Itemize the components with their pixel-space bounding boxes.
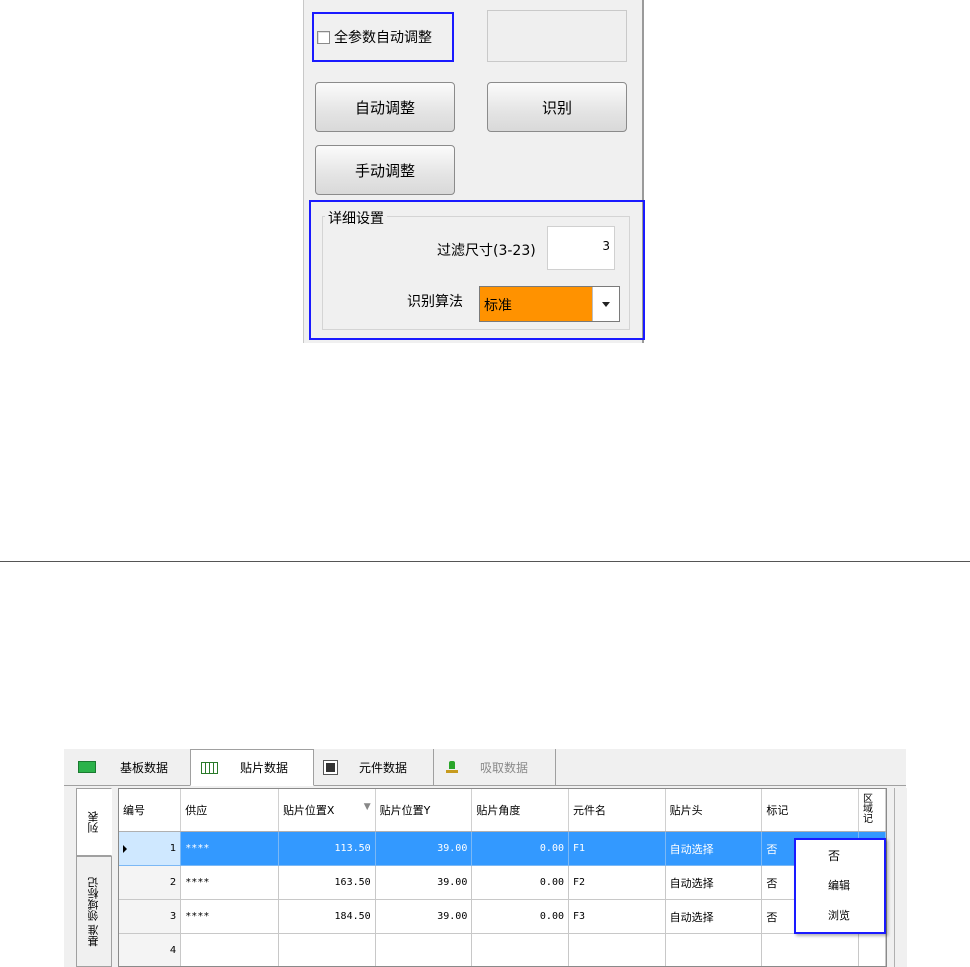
row-header[interactable]: 4 — [119, 933, 182, 966]
cell-part[interactable] — [568, 933, 666, 966]
cell-head[interactable]: 自动选择 — [665, 865, 763, 900]
algorithm-select-value: 标准 — [484, 298, 512, 314]
column-header[interactable]: 贴片角度 — [471, 789, 569, 832]
current-row-icon — [123, 845, 127, 853]
side-tab-list[interactable]: 列表 — [76, 788, 112, 856]
cell-x[interactable] — [278, 933, 376, 966]
algorithm-select[interactable]: 标准 — [479, 286, 620, 322]
board-icon — [78, 761, 96, 773]
tab-placement-data[interactable]: 贴片数据 — [190, 749, 314, 786]
tab-part-data[interactable]: 元件数据 — [314, 749, 434, 785]
cell-angle[interactable]: 0.00 — [471, 865, 569, 900]
row-header[interactable]: 1 — [119, 831, 182, 866]
row-header[interactable]: 2 — [119, 865, 182, 900]
filter-size-label: 过滤尺寸(3-23) — [437, 243, 536, 259]
row-number: 1 — [169, 843, 177, 854]
chevron-down-icon — [602, 301, 610, 307]
cell-head[interactable] — [665, 933, 763, 966]
data-window: 基板数据 贴片数据 元件数据 吸取数据 列表 基准 领域标记 编号 供应 贴片位… — [64, 749, 907, 967]
auto-adjust-button[interactable]: 自动调整 — [315, 82, 455, 132]
cell-x[interactable]: 184.50 — [278, 899, 376, 934]
tab-board-data[interactable]: 基板数据 — [64, 749, 190, 785]
menu-item-no[interactable]: 否 — [796, 840, 884, 870]
table-row[interactable]: 2 **** 163.50 39.00 0.00 F2 自动选择 否 — [119, 865, 886, 900]
side-tab-label: 基准 领域标记 — [87, 876, 100, 947]
column-header[interactable]: 贴片位置Y — [375, 789, 473, 832]
detail-settings-title: 详细设置 — [325, 208, 387, 228]
side-tab-fiducial[interactable]: 基准 领域标记 — [76, 856, 112, 967]
cell-head[interactable]: 自动选择 — [665, 831, 763, 866]
cell-feeder[interactable]: **** — [180, 831, 279, 866]
tab-label: 基板数据 — [120, 760, 169, 775]
cell-angle[interactable]: 0.00 — [471, 831, 569, 866]
cell-x[interactable]: 113.50 — [278, 831, 376, 866]
tab-label: 元件数据 — [359, 760, 408, 775]
column-header[interactable]: 编号 — [119, 789, 182, 832]
all-params-checkbox-label: 全参数自动调整 — [334, 30, 432, 46]
side-tab-label: 列表 — [87, 811, 100, 833]
cell-y[interactable]: 39.00 — [375, 899, 473, 934]
column-header[interactable]: 标记 — [761, 789, 859, 832]
cell-y[interactable]: 39.00 — [375, 865, 473, 900]
column-header[interactable]: 供应 — [180, 789, 279, 832]
row-header[interactable]: 3 — [119, 899, 182, 934]
vertical-scrollbar[interactable] — [894, 788, 907, 967]
side-tab-bar: 列表 基准 领域标记 — [76, 788, 112, 967]
cell-feeder[interactable]: **** — [180, 899, 279, 934]
column-header[interactable]: 元件名 — [568, 789, 666, 832]
table-row[interactable]: 4 — [119, 933, 886, 966]
column-header-sorted[interactable]: 贴片位置X ▼ — [278, 789, 376, 832]
column-header-label: 贴片位置X — [282, 804, 335, 817]
sort-desc-icon: ▼ — [363, 802, 371, 812]
menu-item-browse[interactable]: 浏览 — [796, 900, 884, 930]
table-row[interactable]: 3 **** 184.50 39.00 0.00 F3 自动选择 否 — [119, 899, 886, 934]
chip-icon — [326, 762, 335, 772]
tab-bar: 基板数据 贴片数据 元件数据 吸取数据 — [64, 749, 906, 786]
cell-feeder[interactable] — [180, 933, 279, 966]
all-params-checkbox-highlight: 全参数自动调整 — [312, 12, 454, 62]
dropdown-button[interactable] — [592, 287, 619, 321]
cell-part[interactable]: F1 — [568, 831, 666, 866]
cell-angle[interactable] — [471, 933, 569, 966]
all-params-checkbox[interactable]: 全参数自动调整 — [317, 16, 451, 58]
cell-y[interactable] — [375, 933, 473, 966]
cell-part[interactable]: F3 — [568, 899, 666, 934]
placement-table: 编号 供应 贴片位置X ▼ 贴片位置Y 贴片角度 元件名 贴片头 标记 区域记 … — [118, 788, 887, 967]
table-header-row: 编号 供应 贴片位置X ▼ 贴片位置Y 贴片角度 元件名 贴片头 标记 区域记 — [119, 789, 886, 832]
mark-context-menu: 否 编辑 浏览 — [794, 838, 886, 934]
grid-icon — [201, 761, 218, 774]
checkbox-box[interactable] — [317, 30, 330, 44]
menu-item-edit[interactable]: 编辑 — [796, 870, 884, 900]
cell-area-mark[interactable] — [858, 933, 886, 966]
cell-x[interactable]: 163.50 — [278, 865, 376, 900]
cell-head[interactable]: 自动选择 — [665, 899, 763, 934]
tab-pickup-data[interactable]: 吸取数据 — [434, 749, 556, 785]
cell-mark[interactable] — [761, 933, 859, 966]
recognize-button[interactable]: 识别 — [487, 82, 627, 132]
preview-box — [487, 10, 627, 62]
manual-adjust-button[interactable]: 手动调整 — [315, 145, 455, 195]
divider — [0, 561, 970, 562]
tab-label: 贴片数据 — [240, 761, 289, 775]
tab-label: 吸取数据 — [480, 760, 529, 775]
cell-angle[interactable]: 0.00 — [471, 899, 569, 934]
filter-size-input[interactable]: 3 — [547, 226, 615, 270]
table-row[interactable]: 1 **** 113.50 39.00 0.00 F1 自动选择 否 — [119, 831, 886, 866]
cell-part[interactable]: F2 — [568, 865, 666, 900]
cell-y[interactable]: 39.00 — [375, 831, 473, 866]
column-header[interactable]: 贴片头 — [665, 789, 763, 832]
column-header[interactable]: 区域记 — [858, 789, 886, 832]
nozzle-icon — [446, 760, 458, 774]
algorithm-label: 识别算法 — [407, 294, 463, 310]
cell-feeder[interactable]: **** — [180, 865, 279, 900]
